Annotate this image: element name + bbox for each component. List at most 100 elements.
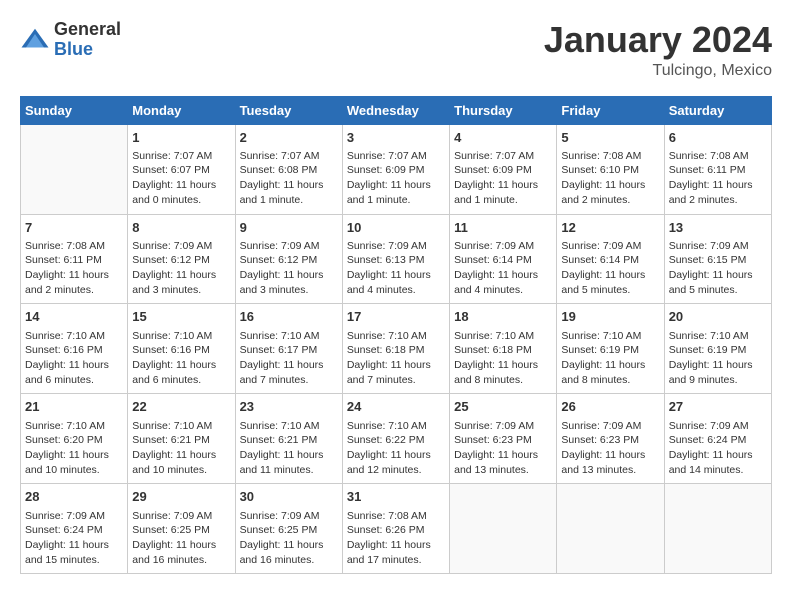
calendar-cell: 31 Sunrise: 7:08 AMSunset: 6:26 PMDayligh… xyxy=(342,484,449,574)
day-number: 5 xyxy=(561,129,659,147)
calendar-cell: 2 Sunrise: 7:07 AMSunset: 6:08 PMDaylight… xyxy=(235,124,342,214)
day-info: Sunrise: 7:07 AMSunset: 6:08 PMDaylight:… xyxy=(240,149,338,208)
location-title: Tulcingo, Mexico xyxy=(544,62,772,80)
calendar-cell: 18 Sunrise: 7:10 AMSunset: 6:18 PMDayligh… xyxy=(450,304,557,394)
calendar-cell: 20Sunrise: 7:10 AMSunset: 6:19 PMDayligh… xyxy=(664,304,771,394)
day-number: 29 xyxy=(132,488,230,506)
day-info: Sunrise: 7:10 AMSunset: 6:21 PMDaylight:… xyxy=(132,419,230,478)
day-number: 6 xyxy=(669,129,767,147)
day-info: Sunrise: 7:10 AMSunset: 6:20 PMDaylight:… xyxy=(25,419,123,478)
day-number: 19 xyxy=(561,308,659,326)
logo-general: General Blue xyxy=(54,20,121,60)
day-number: 8 xyxy=(132,219,230,237)
day-info: Sunrise: 7:09 AMSunset: 6:25 PMDaylight:… xyxy=(132,509,230,568)
day-number: 21 xyxy=(25,398,123,416)
calendar-cell: 8Sunrise: 7:09 AMSunset: 6:12 PMDaylight… xyxy=(128,214,235,304)
day-info: Sunrise: 7:10 AMSunset: 6:18 PMDaylight:… xyxy=(454,329,552,388)
day-info: Sunrise: 7:09 AMSunset: 6:24 PMDaylight:… xyxy=(669,419,767,478)
calendar-cell: 17 Sunrise: 7:10 AMSunset: 6:18 PMDayligh… xyxy=(342,304,449,394)
calendar-cell: 30Sunrise: 7:09 AMSunset: 6:25 PMDayligh… xyxy=(235,484,342,574)
day-number: 13 xyxy=(669,219,767,237)
day-info: Sunrise: 7:09 AMSunset: 6:12 PMDaylight:… xyxy=(240,239,338,298)
calendar-week-3: 21 Sunrise: 7:10 AMSunset: 6:20 PMDayligh… xyxy=(21,394,772,484)
day-number: 26 xyxy=(561,398,659,416)
calendar-week-2: 14 Sunrise: 7:10 AMSunset: 6:16 PMDayligh… xyxy=(21,304,772,394)
calendar-table: SundayMondayTuesdayWednesdayThursdayFrid… xyxy=(20,96,772,575)
day-number: 28 xyxy=(25,488,123,506)
day-number: 23 xyxy=(240,398,338,416)
day-info: Sunrise: 7:10 AMSunset: 6:22 PMDaylight:… xyxy=(347,419,445,478)
calendar-cell: 7 Sunrise: 7:08 AMSunset: 6:11 PMDaylight… xyxy=(21,214,128,304)
calendar-header: SundayMondayTuesdayWednesdayThursdayFrid… xyxy=(21,96,772,124)
day-info: Sunrise: 7:08 AMSunset: 6:11 PMDaylight:… xyxy=(25,239,123,298)
day-number: 27 xyxy=(669,398,767,416)
day-info: Sunrise: 7:09 AMSunset: 6:24 PMDaylight:… xyxy=(25,509,123,568)
weekday-sunday: Sunday xyxy=(21,96,128,124)
day-info: Sunrise: 7:07 AMSunset: 6:07 PMDaylight:… xyxy=(132,149,230,208)
day-number: 2 xyxy=(240,129,338,147)
day-info: Sunrise: 7:10 AMSunset: 6:19 PMDaylight:… xyxy=(561,329,659,388)
calendar-week-4: 28 Sunrise: 7:09 AMSunset: 6:24 PMDayligh… xyxy=(21,484,772,574)
calendar-body: 1Sunrise: 7:07 AMSunset: 6:07 PMDaylight… xyxy=(21,124,772,574)
page-header: General Blue January 2024 Tulcingo, Mexi… xyxy=(20,20,772,80)
weekday-wednesday: Wednesday xyxy=(342,96,449,124)
calendar-cell: 12 Sunrise: 7:09 AMSunset: 6:14 PMDayligh… xyxy=(557,214,664,304)
calendar-cell: 22 Sunrise: 7:10 AMSunset: 6:21 PMDayligh… xyxy=(128,394,235,484)
calendar-cell: 25 Sunrise: 7:09 AMSunset: 6:23 PMDayligh… xyxy=(450,394,557,484)
calendar-cell: 23 Sunrise: 7:10 AMSunset: 6:21 PMDayligh… xyxy=(235,394,342,484)
day-info: Sunrise: 7:09 AMSunset: 6:23 PMDaylight:… xyxy=(454,419,552,478)
day-info: Sunrise: 7:10 AMSunset: 6:21 PMDaylight:… xyxy=(240,419,338,478)
day-number: 25 xyxy=(454,398,552,416)
calendar-cell xyxy=(557,484,664,574)
calendar-cell: 29 Sunrise: 7:09 AMSunset: 6:25 PMDayligh… xyxy=(128,484,235,574)
day-number: 18 xyxy=(454,308,552,326)
day-number: 24 xyxy=(347,398,445,416)
calendar-cell: 14 Sunrise: 7:10 AMSunset: 6:16 PMDayligh… xyxy=(21,304,128,394)
day-info: Sunrise: 7:10 AMSunset: 6:18 PMDaylight:… xyxy=(347,329,445,388)
weekday-saturday: Saturday xyxy=(664,96,771,124)
day-number: 31 xyxy=(347,488,445,506)
day-info: Sunrise: 7:09 AMSunset: 6:13 PMDaylight:… xyxy=(347,239,445,298)
weekday-header-row: SundayMondayTuesdayWednesdayThursdayFrid… xyxy=(21,96,772,124)
calendar-cell: 6 Sunrise: 7:08 AMSunset: 6:11 PMDaylight… xyxy=(664,124,771,214)
logo-icon xyxy=(20,25,50,55)
day-number: 3 xyxy=(347,129,445,147)
day-number: 16 xyxy=(240,308,338,326)
day-info: Sunrise: 7:08 AMSunset: 6:10 PMDaylight:… xyxy=(561,149,659,208)
day-info: Sunrise: 7:09 AMSunset: 6:25 PMDaylight:… xyxy=(240,509,338,568)
day-number: 17 xyxy=(347,308,445,326)
calendar-cell: 11Sunrise: 7:09 AMSunset: 6:14 PMDayligh… xyxy=(450,214,557,304)
calendar-cell xyxy=(450,484,557,574)
calendar-cell: 28 Sunrise: 7:09 AMSunset: 6:24 PMDayligh… xyxy=(21,484,128,574)
day-info: Sunrise: 7:10 AMSunset: 6:16 PMDaylight:… xyxy=(25,329,123,388)
day-info: Sunrise: 7:08 AMSunset: 6:26 PMDaylight:… xyxy=(347,509,445,568)
day-info: Sunrise: 7:07 AMSunset: 6:09 PMDaylight:… xyxy=(347,149,445,208)
logo: General Blue xyxy=(20,20,121,60)
day-number: 11 xyxy=(454,219,552,237)
day-number: 7 xyxy=(25,219,123,237)
calendar-week-0: 1Sunrise: 7:07 AMSunset: 6:07 PMDaylight… xyxy=(21,124,772,214)
day-info: Sunrise: 7:08 AMSunset: 6:11 PMDaylight:… xyxy=(669,149,767,208)
calendar-week-1: 7 Sunrise: 7:08 AMSunset: 6:11 PMDaylight… xyxy=(21,214,772,304)
weekday-tuesday: Tuesday xyxy=(235,96,342,124)
title-section: January 2024 Tulcingo, Mexico xyxy=(544,20,772,80)
day-number: 14 xyxy=(25,308,123,326)
calendar-cell: 13Sunrise: 7:09 AMSunset: 6:15 PMDayligh… xyxy=(664,214,771,304)
calendar-cell: 10Sunrise: 7:09 AMSunset: 6:13 PMDayligh… xyxy=(342,214,449,304)
calendar-cell: 9 Sunrise: 7:09 AMSunset: 6:12 PMDaylight… xyxy=(235,214,342,304)
day-info: Sunrise: 7:09 AMSunset: 6:14 PMDaylight:… xyxy=(561,239,659,298)
weekday-friday: Friday xyxy=(557,96,664,124)
day-number: 22 xyxy=(132,398,230,416)
calendar-cell: 24 Sunrise: 7:10 AMSunset: 6:22 PMDayligh… xyxy=(342,394,449,484)
day-number: 9 xyxy=(240,219,338,237)
day-number: 12 xyxy=(561,219,659,237)
calendar-cell xyxy=(21,124,128,214)
calendar-cell: 15Sunrise: 7:10 AMSunset: 6:16 PMDayligh… xyxy=(128,304,235,394)
day-number: 4 xyxy=(454,129,552,147)
day-info: Sunrise: 7:09 AMSunset: 6:23 PMDaylight:… xyxy=(561,419,659,478)
day-info: Sunrise: 7:10 AMSunset: 6:19 PMDaylight:… xyxy=(669,329,767,388)
weekday-thursday: Thursday xyxy=(450,96,557,124)
calendar-cell: 5 Sunrise: 7:08 AMSunset: 6:10 PMDaylight… xyxy=(557,124,664,214)
calendar-cell: 21 Sunrise: 7:10 AMSunset: 6:20 PMDayligh… xyxy=(21,394,128,484)
day-number: 15 xyxy=(132,308,230,326)
